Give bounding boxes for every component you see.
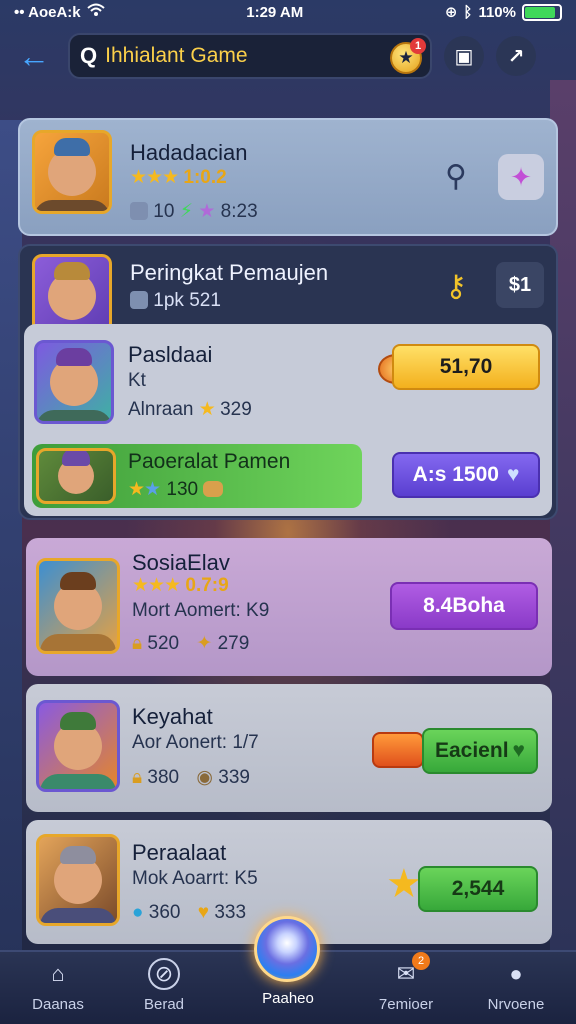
leaderboard-panel: Pasldaai Kt Alnraan ★ 329 51,70 Paoerala… xyxy=(24,324,552,516)
play-orb-icon[interactable] xyxy=(254,916,320,982)
player-name: Keyahat xyxy=(132,704,213,729)
lock-icon: 🔒︎ xyxy=(132,633,143,654)
list-item[interactable]: Keyahat Aor Aonert: 1/7 🔒︎ 380 ◉ 339 Eac… xyxy=(26,684,552,812)
top-header: ← Q ★ 1 ▣ ↗ xyxy=(0,28,576,84)
player-name: SosiaElav xyxy=(132,550,230,575)
coin-icon[interactable]: ★ 1 xyxy=(390,38,426,74)
nav-home[interactable]: ⌂ Daanas xyxy=(8,958,108,1022)
user-icon: ● xyxy=(509,961,523,986)
stars-icon: ★★★ xyxy=(130,167,179,188)
group-stats: 1pk 521 xyxy=(130,290,221,312)
magnifier-icon: ⚲ xyxy=(445,159,467,193)
player-stats: 10 ⚡ ★ 8:23 xyxy=(130,200,258,223)
handshake-icon: ✦ xyxy=(196,633,213,654)
purchase-button[interactable]: A:s 1500 ♥ xyxy=(392,452,540,498)
clock: 1:29 AM xyxy=(246,3,304,21)
player-rating: ★★★ 0.7:9 xyxy=(132,575,229,596)
notification-badge: 1 xyxy=(410,38,426,54)
star-icon: ★ xyxy=(198,399,216,420)
player-stats: ★★ 130 xyxy=(128,478,224,501)
group-title: Peringkat Pemaujen xyxy=(130,260,329,285)
star-icon: ✦ xyxy=(510,161,532,192)
barrel-icon: ◉ xyxy=(196,767,213,788)
rank-button[interactable]: $1 xyxy=(496,262,544,308)
buy-button[interactable]: 51,70 xyxy=(392,344,540,390)
player-level: Mok Aoarrt: K5 xyxy=(132,868,258,889)
player-stats: 🔒︎ 520 ✦ 279 xyxy=(132,633,250,654)
share-button[interactable]: ↗ xyxy=(496,36,536,76)
nav-board[interactable]: ⊘ Berad xyxy=(114,958,214,1022)
star-icon: ★ xyxy=(386,862,422,906)
player-name: Paoeralat Pamen xyxy=(128,450,291,473)
player-name: Peraalaat xyxy=(132,840,227,865)
avatar xyxy=(36,700,120,792)
nav-profile[interactable]: ● Nrvoene xyxy=(466,958,566,1022)
notification-badge: 2 xyxy=(412,952,430,970)
search-bar[interactable]: Q ★ 1 xyxy=(68,33,432,79)
coin-icon xyxy=(203,481,224,497)
key-icon: ⚷ xyxy=(445,269,467,303)
stars-icon: ★★★ xyxy=(132,575,181,596)
star-icon: ★ xyxy=(198,201,216,222)
arrow-left-icon: ← xyxy=(18,37,50,74)
bag-icon: ▣ xyxy=(454,45,474,68)
heart-icon: ♥ xyxy=(197,902,210,923)
heart-icon: ♥ xyxy=(506,463,520,486)
nav-play[interactable]: Paaheo xyxy=(238,990,338,1024)
home-icon: ⌂ xyxy=(51,961,65,986)
search-friend-button[interactable]: ⚲ xyxy=(434,154,478,198)
player-level: Mort Aomert: K9 xyxy=(132,600,270,621)
leaderboard-group: Peringkat Pemaujen 1pk 521 ⚷ $1 Pasldaai… xyxy=(18,244,558,520)
accept-button[interactable]: Eacienl ♥ xyxy=(422,728,538,774)
lightning-icon: ⚡ xyxy=(179,201,194,222)
nav-messages[interactable]: ✉ 2 7emioer xyxy=(356,952,456,1022)
player-name: Hadadacian xyxy=(130,140,248,165)
alarm-icon: ⊕ xyxy=(444,4,458,21)
player-rating: ★★★ 1:0.2 xyxy=(130,167,227,188)
compass-icon: ⊘ xyxy=(148,958,180,990)
star-icon: ★ xyxy=(144,479,162,500)
carrier-label: •• AoeA:k xyxy=(14,3,81,21)
avatar xyxy=(36,834,120,926)
shield-icon xyxy=(130,291,148,309)
player-rank: Kt xyxy=(128,370,146,391)
battery-percent: 110% xyxy=(478,3,516,21)
chest-icon xyxy=(372,732,424,768)
search-input[interactable] xyxy=(105,44,366,68)
player-name: Pasldaai xyxy=(128,342,213,367)
key-button[interactable]: ⚷ xyxy=(434,264,478,308)
favorite-button[interactable]: ✦ xyxy=(498,154,544,200)
message-icon: ✉ 2 xyxy=(390,952,430,990)
star-icon: ★ xyxy=(128,479,145,500)
heart-icon: ♥ xyxy=(512,739,525,762)
avatar xyxy=(32,130,112,214)
avatar xyxy=(34,340,114,424)
list-item[interactable]: SosiaElav ★★★ 0.7:9 Mort Aomert: K9 🔒︎ 5… xyxy=(26,538,552,676)
inventory-button[interactable]: ▣ xyxy=(444,36,484,76)
list-item[interactable]: Hadadacian ★★★ 1:0.2 10 ⚡ ★ 8:23 ⚲ ✦ xyxy=(18,118,558,236)
player-stats: ● 360 ♥ 333 xyxy=(132,902,247,923)
background-left-building xyxy=(0,120,22,960)
shield-icon xyxy=(130,202,148,220)
status-bar: •• AoeA:k 1:29 AM ⊕ ᛒ 110% xyxy=(0,0,576,24)
player-level: Aor Aonert: 1/7 xyxy=(132,732,259,753)
battery-icon xyxy=(521,3,562,21)
wifi-icon xyxy=(86,3,105,21)
share-icon: ↗ xyxy=(507,45,525,68)
avatar xyxy=(36,558,120,654)
avatar xyxy=(36,448,116,504)
lock-icon: 🔒︎ xyxy=(132,767,143,788)
back-button[interactable]: ← xyxy=(12,34,56,78)
search-icon: Q xyxy=(80,43,98,68)
player-stats: Alnraan ★ 329 xyxy=(128,399,252,420)
gem-icon: ● xyxy=(132,902,144,923)
book-button[interactable]: 8.4Boha xyxy=(390,582,538,630)
claim-button[interactable]: 2,544 xyxy=(418,866,538,912)
bluetooth-icon: ᛒ xyxy=(463,3,473,21)
player-stats: 🔒︎ 380 ◉ 339 xyxy=(132,767,250,788)
